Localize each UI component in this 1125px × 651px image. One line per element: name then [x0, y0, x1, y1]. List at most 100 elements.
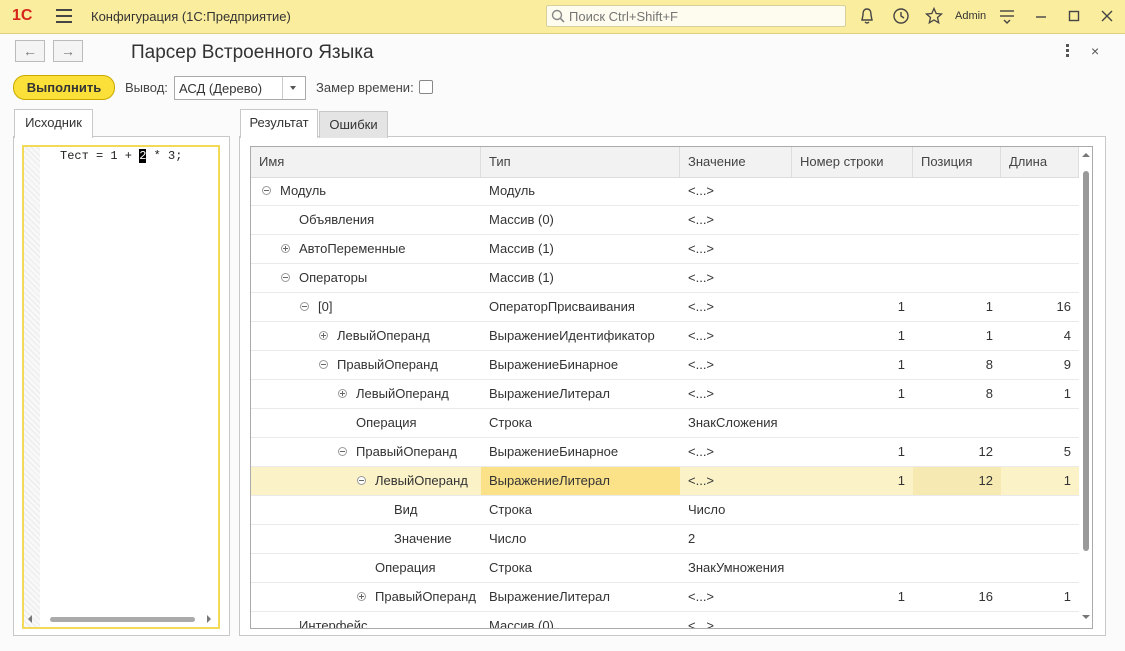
column-header-line[interactable]: Номер строки: [792, 147, 913, 177]
table-row[interactable]: ЛевыйОперанд ВыражениеЛитерал <...> 1 8 1: [251, 380, 1079, 409]
output-select[interactable]: АСД (Дерево): [174, 76, 306, 100]
column-header-position[interactable]: Позиция: [913, 147, 1001, 177]
cell-value: <...>: [688, 386, 715, 401]
menu-icon[interactable]: [56, 9, 72, 23]
table-row[interactable]: Операторы Массив (1) <...>: [251, 264, 1079, 293]
scroll-left-icon[interactable]: [28, 615, 32, 623]
cell-position: [913, 554, 1001, 582]
tab-errors[interactable]: Ошибки: [319, 111, 388, 138]
cell-name: ЛевыйОперанд: [251, 467, 481, 495]
cell-type: Массив (1): [489, 241, 554, 256]
editor-gutter: [24, 147, 40, 627]
expand-icon[interactable]: [357, 592, 366, 601]
cell-length: 1: [1063, 589, 1071, 604]
collapse-icon[interactable]: [281, 273, 290, 282]
table-row[interactable]: ПравыйОперанд ВыражениеЛитерал <...> 1 16 1: [251, 583, 1079, 612]
table-row[interactable]: Модуль Модуль <...>: [251, 177, 1079, 206]
cell-line: [792, 235, 913, 263]
scrollbar-thumb[interactable]: [1083, 171, 1089, 551]
code-text[interactable]: Тест = 1 + 2 * 3;: [60, 149, 182, 163]
dropdown-button[interactable]: [282, 77, 305, 99]
cell-position: [913, 525, 1001, 553]
cell-value: ЗнакСложения: [688, 415, 778, 430]
cell-length: 16: [1056, 299, 1071, 314]
cell-line: [792, 177, 913, 205]
close-icon[interactable]: [1097, 6, 1117, 26]
more-icon[interactable]: [1066, 44, 1070, 59]
search-box[interactable]: [546, 5, 846, 27]
run-button[interactable]: Выполнить: [13, 75, 115, 100]
table-row[interactable]: [0] ОператорПрисваивания <...> 1 1 16: [251, 293, 1079, 322]
timing-checkbox[interactable]: [419, 80, 433, 94]
expand-icon[interactable]: [338, 389, 347, 398]
column-header-type[interactable]: Тип: [481, 147, 680, 177]
back-button[interactable]: ←: [15, 40, 45, 62]
table-row[interactable]: Значение Число 2: [251, 525, 1079, 554]
cell-line: 1: [897, 444, 905, 459]
cell-position: 1: [985, 328, 993, 343]
cell-value: <...>: [688, 589, 715, 604]
form-close-button[interactable]: ×: [1091, 43, 1099, 59]
cell-type: ОператорПрисваивания: [489, 299, 635, 314]
collapse-icon[interactable]: [357, 476, 366, 485]
horizontal-scrollbar[interactable]: [24, 613, 218, 625]
cell-name: [0]: [251, 293, 481, 321]
settings-lines-icon[interactable]: [997, 6, 1017, 26]
cell-position: 12: [978, 444, 993, 459]
cell-name: ПравыйОперанд: [251, 438, 481, 466]
star-icon[interactable]: [924, 6, 944, 26]
table-row[interactable]: Объявления Массив (0) <...>: [251, 206, 1079, 235]
cell-line: 1: [897, 589, 905, 604]
ast-tree-grid[interactable]: Имя Тип Значение Номер строки Позиция Дл…: [250, 146, 1093, 629]
vertical-scrollbar[interactable]: [1079, 147, 1092, 628]
cell-position: [913, 264, 1001, 292]
table-row[interactable]: ЛевыйОперанд ВыражениеИдентификатор <...> 1…: [251, 322, 1079, 351]
cell-type: Строка: [489, 502, 533, 517]
scroll-up-icon[interactable]: [1082, 153, 1090, 157]
collapse-icon[interactable]: [319, 360, 328, 369]
bell-icon[interactable]: [857, 6, 877, 26]
expand-icon[interactable]: [319, 331, 328, 340]
history-icon[interactable]: [891, 6, 911, 26]
table-row[interactable]: ПравыйОперанд ВыражениеБинарное <...> 1 12 5: [251, 438, 1079, 467]
table-row[interactable]: Интерфейс Массив (0) <...>: [251, 612, 1079, 628]
collapse-icon[interactable]: [338, 447, 347, 456]
tab-source[interactable]: Исходник: [14, 109, 93, 138]
forward-button[interactable]: →: [53, 40, 83, 62]
cell-type: ВыражениеБинарное: [489, 444, 619, 459]
table-row[interactable]: Операция Строка ЗнакУмножения: [251, 554, 1079, 583]
cell-line: 1: [897, 386, 905, 401]
table-row[interactable]: Вид Строка Число: [251, 496, 1079, 525]
table-row[interactable]: АвтоПеременные Массив (1) <...>: [251, 235, 1079, 264]
table-row[interactable]: ЛевыйОперанд ВыражениеЛитерал <...> 1 12 1: [251, 467, 1079, 496]
scrollbar-thumb[interactable]: [50, 617, 195, 622]
cell-name: ЛевыйОперанд: [251, 380, 481, 408]
table-row[interactable]: Операция Строка ЗнакСложения: [251, 409, 1079, 438]
expand-icon[interactable]: [281, 244, 290, 253]
collapse-icon[interactable]: [300, 302, 309, 311]
column-header-value[interactable]: Значение: [680, 147, 792, 177]
column-header-name[interactable]: Имя: [251, 147, 481, 177]
collapse-icon[interactable]: [262, 186, 271, 195]
scroll-down-icon[interactable]: [1082, 615, 1090, 619]
cell-value: 2: [688, 531, 696, 546]
cell-length: [1001, 554, 1079, 582]
app-title: Конфигурация (1С:Предприятие): [91, 9, 291, 24]
cell-value: <...>: [688, 183, 715, 198]
cell-position: [913, 235, 1001, 263]
scroll-right-icon[interactable]: [207, 615, 211, 623]
search-input[interactable]: [569, 8, 839, 24]
cell-name: ПравыйОперанд: [251, 583, 481, 611]
column-header-length[interactable]: Длина: [1001, 147, 1079, 177]
tab-result[interactable]: Результат: [240, 109, 318, 138]
cell-name: ЛевыйОперанд: [251, 322, 481, 350]
app-logo: 1С: [12, 7, 33, 24]
maximize-icon[interactable]: [1064, 6, 1084, 26]
cell-length: 4: [1063, 328, 1071, 343]
minimize-icon[interactable]: [1031, 6, 1051, 26]
user-name[interactable]: Admin: [955, 10, 986, 22]
code-editor[interactable]: Тест = 1 + 2 * 3;: [22, 145, 220, 629]
output-label: Вывод:: [125, 80, 168, 95]
cell-position: [913, 612, 1001, 628]
table-row[interactable]: ПравыйОперанд ВыражениеБинарное <...> 1 8 9: [251, 351, 1079, 380]
